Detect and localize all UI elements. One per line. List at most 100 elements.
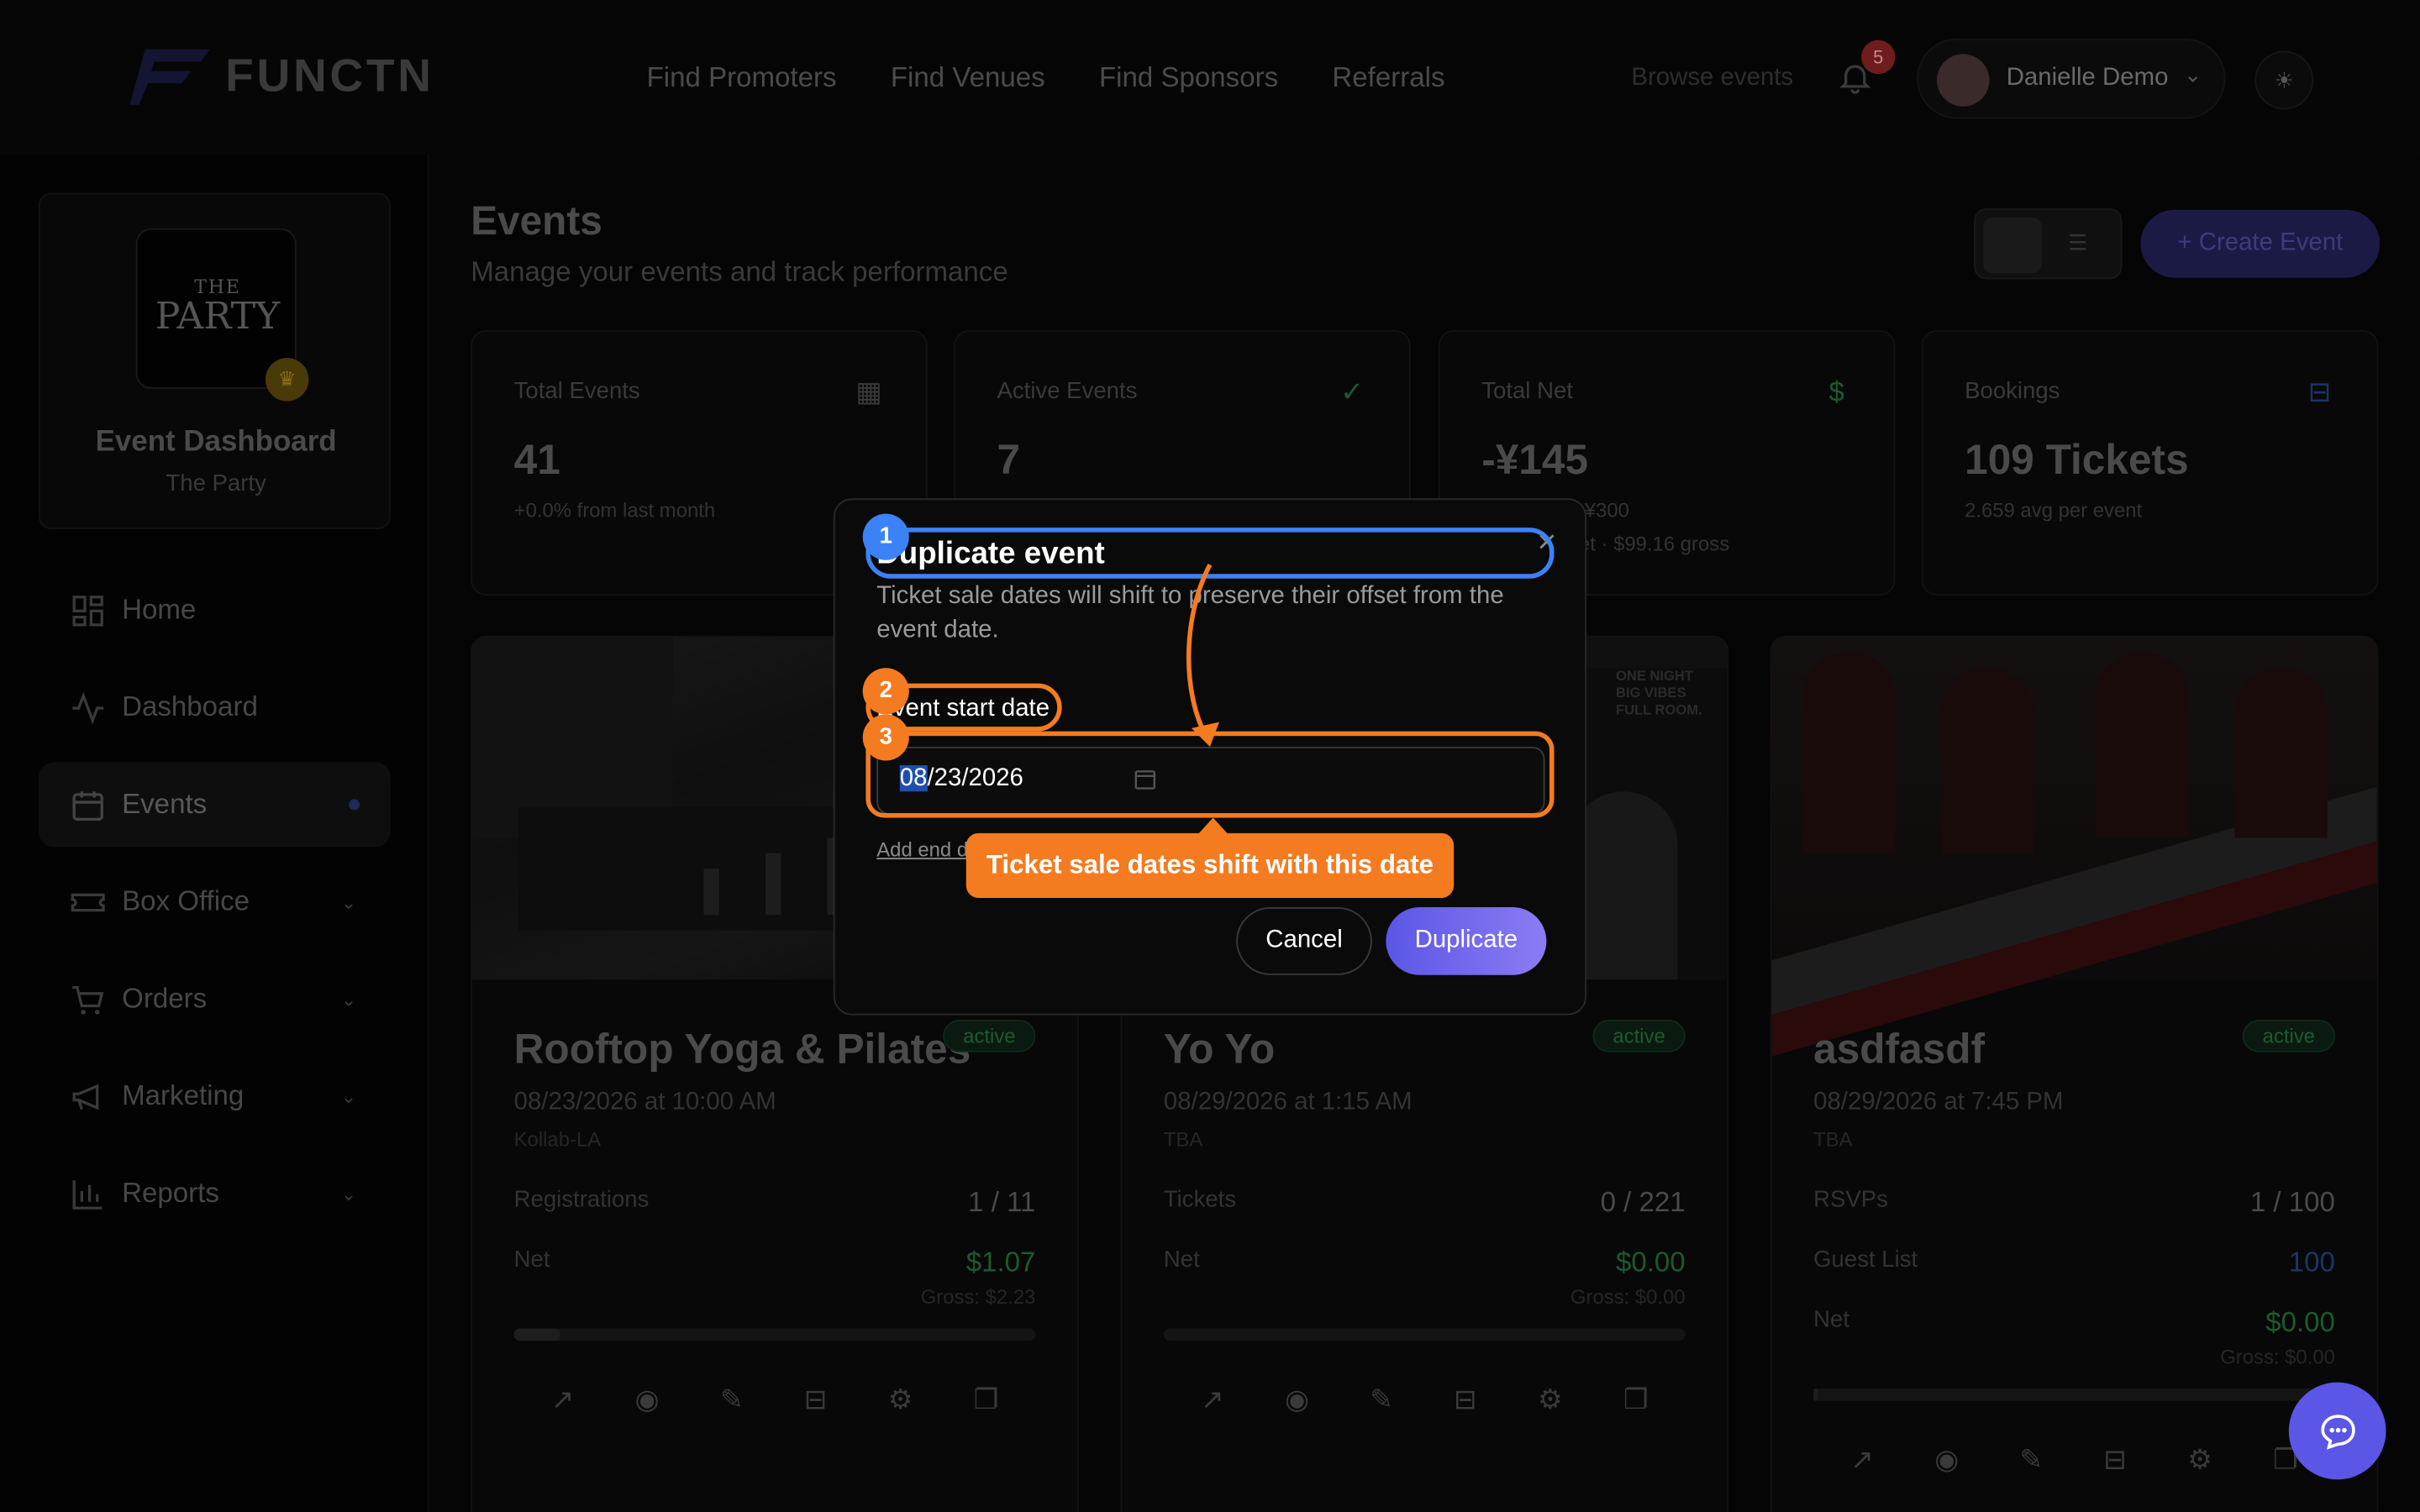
row-value: 1 / 100 (2249, 1186, 2335, 1218)
chevron-down-icon: ⌄ (2183, 61, 2202, 87)
event-date: 08/29/2026 at 1:15 AM (1163, 1089, 1413, 1116)
event-venue: Kollab-LA (513, 1127, 602, 1152)
gross-value: Gross: $0.00 (2220, 1345, 2335, 1369)
guest-list-row: Guest List 100 (1813, 1247, 2335, 1278)
event-card[interactable]: asdfasdf active 08/29/2026 at 7:45 PM TB… (1770, 635, 2379, 1512)
net-row: Net $0.00 (1164, 1247, 1686, 1278)
annotation-tooltip: Ticket sale dates shift with this date (965, 832, 1455, 898)
gross-value: Gross: $0.00 (1570, 1284, 1686, 1309)
edit-icon[interactable]: ✎ (1370, 1384, 1393, 1417)
nav-find-promoters[interactable]: Find Promoters (647, 61, 837, 94)
row-value: $0.00 (1615, 1247, 1686, 1278)
row-label: Guest List (1813, 1247, 1918, 1273)
ticket-icon[interactable]: ⊟ (1454, 1384, 1477, 1417)
event-venue: TBA (1163, 1127, 1203, 1152)
row-value: $0.00 (2265, 1306, 2335, 1338)
gear-icon[interactable]: ⚙ (2187, 1444, 2212, 1477)
brand-logo[interactable]: FUNCTN (129, 46, 434, 108)
edit-icon[interactable]: ✎ (720, 1384, 744, 1417)
event-venue: TBA (1813, 1127, 1853, 1152)
edit-icon[interactable]: ✎ (2019, 1444, 2043, 1477)
chat-bubble-icon (2320, 1414, 2354, 1449)
eye-icon[interactable]: ◉ (635, 1384, 660, 1417)
status-badge: active (943, 1020, 1036, 1053)
crown-icon: ♛ (265, 358, 309, 402)
cancel-button[interactable]: Cancel (1236, 906, 1372, 975)
step-3-marker: 3 (862, 714, 909, 761)
ticket-icon[interactable]: ⊟ (2103, 1444, 2127, 1477)
page-subtitle: Manage your events and track performance (471, 255, 1008, 287)
calendar-icon (72, 790, 103, 821)
stat-value: 41 (513, 436, 560, 483)
event-date: 08/23/2026 at 10:00 AM (513, 1089, 776, 1116)
user-menu[interactable]: Danielle Demo ⌄ (1917, 38, 2226, 119)
organizer-logo-text-main: PARTY (155, 294, 281, 339)
ticket-icon[interactable]: ⊟ (804, 1384, 828, 1417)
net-row: Net $1.07 (513, 1247, 1036, 1278)
stat-label: Active Events (997, 377, 1138, 405)
profile-subtitle: The Party (166, 470, 266, 497)
grid-view-icon[interactable] (1983, 217, 2042, 274)
row-value: 1 / 11 (968, 1186, 1036, 1218)
sidebar-item-label: Marketing (122, 1079, 245, 1111)
chevron-down-icon: ⌄ (340, 1085, 357, 1107)
list-view-icon[interactable]: ☰ (2068, 230, 2087, 256)
view-toggle: ☰ (1974, 207, 2123, 280)
theme-toggle-sun-icon[interactable]: ☀ (2254, 50, 2314, 110)
calendar-icon: ▦ (855, 376, 882, 407)
duplicate-button[interactable]: Duplicate (1386, 906, 1547, 975)
event-image (1771, 637, 2377, 1060)
sidebar-item-home[interactable]: Home (39, 568, 391, 653)
trending-icon[interactable]: ↗ (1850, 1444, 1874, 1477)
nav-find-venues[interactable]: Find Venues (891, 61, 1045, 94)
copy-icon[interactable]: ❐ (1623, 1384, 1649, 1417)
trending-icon[interactable]: ↗ (1201, 1384, 1224, 1417)
trending-icon[interactable]: ↗ (551, 1384, 575, 1417)
copy-icon[interactable]: ❐ (974, 1384, 999, 1417)
eye-icon[interactable]: ◉ (1285, 1384, 1309, 1417)
stat-label: Bookings (1965, 377, 2060, 405)
notification-count-badge: 5 (1861, 39, 1896, 75)
nav-referrals[interactable]: Referrals (1332, 61, 1444, 94)
gear-icon[interactable]: ⚙ (888, 1384, 913, 1417)
create-event-button[interactable]: + Create Event (2140, 209, 2381, 278)
chat-support-button[interactable] (2288, 1382, 2386, 1480)
browse-events-link[interactable]: Browse events (1631, 65, 1793, 92)
tickets-row: Tickets 0 / 221 (1163, 1186, 1686, 1217)
progress-bar (1163, 1328, 1686, 1341)
sidebar-item-reports[interactable]: Reports ⌄ (39, 1151, 391, 1236)
registrations-row: Registrations 1 / 11 (514, 1186, 1036, 1217)
progress-bar (513, 1328, 1036, 1341)
home-icon (72, 595, 103, 626)
status-badge: active (1592, 1020, 1686, 1053)
chevron-down-icon: ⌄ (340, 890, 357, 913)
sidebar-item-label: Orders (122, 982, 208, 1014)
sidebar-item-box-office[interactable]: Box Office ⌄ (39, 859, 391, 944)
progress-bar (1813, 1389, 2335, 1401)
sidebar-item-dashboard[interactable]: Dashboard (39, 665, 391, 750)
brand-name: FUNCTN (225, 50, 434, 102)
sidebar-item-marketing[interactable]: Marketing ⌄ (39, 1053, 391, 1138)
row-label: Tickets (1163, 1186, 1237, 1213)
event-title: Yo Yo (1163, 1026, 1276, 1073)
activity-icon (72, 690, 104, 724)
event-title: asdfasdf (1813, 1026, 1986, 1073)
event-date: 08/29/2026 at 7:45 PM (1813, 1089, 2064, 1116)
stat-label: Total Net (1481, 377, 1573, 405)
annotation-arrow (1186, 563, 1219, 747)
nav-find-sponsors[interactable]: Find Sponsors (1099, 61, 1278, 94)
user-name: Danielle Demo (2006, 65, 2169, 92)
sidebar-item-orders[interactable]: Orders ⌄ (39, 957, 391, 1042)
row-label: Net (513, 1247, 550, 1273)
eye-icon[interactable]: ◉ (1934, 1444, 1959, 1477)
stat-value: -¥145 (1481, 436, 1589, 483)
megaphone-icon (72, 1083, 99, 1110)
stat-label: Total Events (513, 377, 640, 405)
profile-title: Event Dashboard (95, 425, 337, 459)
sidebar-item-events[interactable]: Events (38, 762, 391, 848)
card-actions: ↗ ◉ ✎ ⊟ ⚙ ❐ (1813, 1444, 2335, 1477)
chevron-down-icon: ⌄ (340, 988, 357, 1011)
gear-icon[interactable]: ⚙ (1538, 1384, 1563, 1417)
step-2-marker: 2 (862, 668, 909, 715)
stat-subtext-2: et · $99.16 gross (1578, 532, 1730, 556)
